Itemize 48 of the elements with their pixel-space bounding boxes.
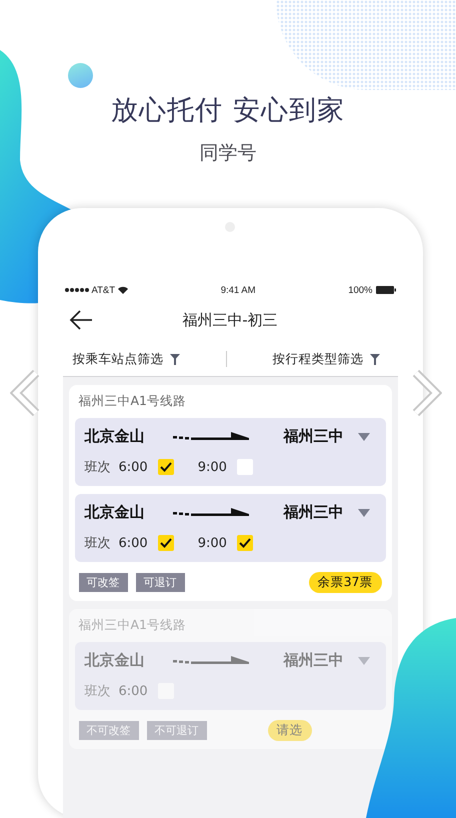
checkbox[interactable]	[158, 459, 174, 475]
time-text: 9:00	[198, 536, 227, 550]
checkbox[interactable]	[236, 459, 253, 475]
filter-icon	[170, 354, 180, 364]
chevron-left-icon[interactable]	[10, 370, 40, 416]
route-arrow-icon	[172, 656, 248, 666]
schedule-label: 班次	[84, 535, 110, 552]
route-title: 福州三中A1号线路	[78, 393, 188, 410]
time-text: 6:00	[118, 684, 148, 698]
screen-title: 福州三中-初三	[182, 310, 278, 330]
tickets-badge: 请选	[268, 720, 312, 741]
origin-stop: 北京金山	[84, 651, 144, 670]
policy-tag: 不可改签	[78, 721, 138, 740]
chevron-right-icon[interactable]	[412, 370, 442, 416]
checkbox[interactable]	[158, 535, 174, 551]
caret-icon[interactable]	[358, 508, 370, 516]
schedule-label: 班次	[84, 459, 110, 476]
back-arrow-icon[interactable]	[68, 310, 92, 330]
schedule-label: 班次	[84, 683, 110, 700]
caret-icon[interactable]	[358, 432, 370, 440]
headline: 放心托付 安心到家	[111, 94, 345, 128]
circle-shape	[68, 63, 93, 88]
origin-stop: 北京金山	[84, 503, 144, 522]
filter-button[interactable]: 按乘车站点筛选	[62, 350, 226, 368]
time-text: 6:00	[118, 460, 148, 474]
app-name: 同学号	[200, 141, 256, 166]
destination-stop: 福州三中	[284, 503, 344, 522]
destination-stop: 福州三中	[284, 427, 344, 446]
signal-icon	[64, 288, 88, 292]
policy-tag: 可改签	[78, 573, 128, 592]
checkbox[interactable]	[236, 535, 253, 551]
battery-text: 100%	[348, 284, 372, 296]
carrier-text: AT&T	[92, 284, 116, 296]
filter-icon	[370, 354, 380, 364]
policy-tag: 不可退订	[146, 721, 206, 740]
destination-stop: 福州三中	[284, 651, 344, 670]
policy-tag: 可退订	[136, 573, 184, 592]
filter-button[interactable]: 按行程类型筛选	[226, 350, 398, 368]
route-arrow-icon	[172, 508, 248, 518]
route-arrow-icon	[172, 432, 248, 442]
route-title: 福州三中A1号线路	[78, 617, 188, 634]
wifi-icon	[118, 286, 128, 294]
clock-text: 9:41 AM	[220, 284, 256, 296]
time-text: 6:00	[118, 536, 148, 550]
battery-icon	[376, 286, 396, 294]
origin-stop: 北京金山	[84, 427, 144, 446]
time-text: 9:00	[198, 460, 227, 474]
tickets-badge: 余票37票	[308, 572, 382, 593]
